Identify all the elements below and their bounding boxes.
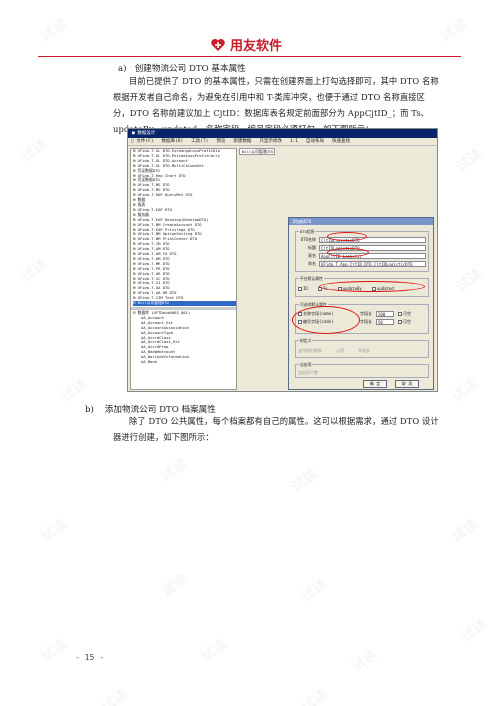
watermark-text: 试读 bbox=[298, 686, 331, 706]
watermark-text: 试读 bbox=[18, 256, 51, 286]
free-item-option[interactable]: 自由项个数 bbox=[298, 370, 318, 375]
watermark-text: 试读 bbox=[453, 146, 486, 176]
length-input[interactable]: 50 bbox=[376, 319, 394, 325]
checkbox-box[interactable]: ✓ bbox=[298, 287, 302, 292]
nullable-label: 可空 bbox=[403, 311, 411, 316]
length-label: 字段长 bbox=[360, 319, 372, 324]
dialog-title: 添加新DTO bbox=[289, 218, 433, 225]
menu-item[interactable]: 快速查找 bbox=[332, 139, 350, 144]
length-input[interactable]: 200 bbox=[376, 311, 394, 317]
page-number: - 15 - bbox=[75, 653, 104, 662]
dialog-cancel-button[interactable]: 取 消 bbox=[395, 380, 419, 388]
menu-item[interactable]: 工具(T) bbox=[191, 139, 208, 144]
platform-option-label: ID bbox=[303, 286, 308, 291]
watermark-text: 试读 bbox=[18, 136, 51, 166]
watermark-text: 试读 bbox=[453, 266, 486, 296]
yonyou-logo: 用友软件 bbox=[210, 35, 282, 54]
watermark-text: 试读 bbox=[38, 516, 71, 546]
menu-item[interactable]: 只显示修改 bbox=[259, 139, 282, 144]
logo-text: 用友软件 bbox=[230, 39, 283, 54]
tree-db-item[interactable]: AA_Bank bbox=[133, 359, 236, 365]
watermark-text: 试读 bbox=[348, 646, 381, 676]
nullable-label: 可空 bbox=[403, 319, 411, 324]
group-dto-info-label: DTO信息 bbox=[299, 229, 316, 235]
watermark-text: 试读 bbox=[298, 576, 331, 606]
add-dto-dialog: 添加新DTO DTO信息 DTO名称 CjtIDLogisticDTO 标题 CjtI… bbox=[288, 217, 434, 390]
watermark-text: 试读 bbox=[288, 466, 321, 496]
tree-item[interactable]: ⊟ Bill公司管理DTO bbox=[133, 300, 236, 306]
watermark-text: 试读 bbox=[158, 456, 191, 486]
watermark-text: 试读 bbox=[58, 376, 91, 406]
group-tree-label: 树定义 bbox=[299, 338, 313, 344]
annotation-oval-platform bbox=[319, 281, 425, 292]
header-rule bbox=[38, 56, 461, 57]
nullable-checkbox[interactable]: 可空 bbox=[398, 311, 411, 317]
logo-heart-icon bbox=[211, 38, 225, 51]
menu-item[interactable]: □ 文件(F) bbox=[131, 139, 154, 144]
watermark-text: 试读 bbox=[458, 616, 491, 646]
annotation-oval-optional bbox=[292, 306, 360, 334]
dto-designer-screenshot: ■ 数据设计 □ 文件(F) 数据库(D) 工具(T) 预览 新建数据 只显示修改 1:1 自… bbox=[127, 128, 438, 392]
menu-item[interactable]: 1:1 bbox=[290, 139, 298, 144]
section-b-paragraph: 除了 DTO 公共属性，每个档案都有自己的属性。这可以根据需求，通过 DTO 设… bbox=[113, 416, 439, 442]
window-title: ■ 数据设计 bbox=[128, 129, 437, 138]
dto-field-label: 标题 bbox=[308, 245, 316, 250]
tree-def-option[interactable]: 公用 bbox=[336, 348, 344, 354]
dto-field-label: 表名 bbox=[308, 253, 316, 258]
watermark-text: 试读 bbox=[438, 16, 471, 46]
tab-bill-dto: Bill公司管理DTO bbox=[239, 148, 275, 155]
dto-tree-panel: ⊞ UFida.T.GL DTO.ExchangeLossProfitDto ⊞ … bbox=[130, 148, 237, 390]
dto-field-input[interactable]: UFida.T.App.CjtID.DTO.CjtIDLogisticDTO bbox=[319, 261, 426, 267]
watermark-text: 试读 bbox=[158, 571, 191, 601]
checkbox-box[interactable] bbox=[398, 312, 402, 316]
dto-field-label: 命名 bbox=[308, 261, 316, 266]
menu-item[interactable]: 自动布局 bbox=[306, 139, 324, 144]
platform-checkbox[interactable]: ✓ ID bbox=[298, 286, 308, 292]
watermark-text: 试读 bbox=[98, 686, 131, 706]
menu-item[interactable]: 数据库(D) bbox=[162, 139, 184, 144]
length-label: 字段长 bbox=[360, 311, 372, 316]
dto-field-row: 命名 UFida.T.App.CjtID.DTO.CjtIDLogisticDTO bbox=[298, 260, 426, 268]
group-free-label: 自由项 bbox=[299, 362, 313, 368]
tree-def-option[interactable]: 字段长 bbox=[358, 348, 370, 354]
watermark-text: 试读 bbox=[38, 16, 71, 46]
annotation-oval-table-name bbox=[327, 248, 369, 257]
tree-def-option[interactable]: 支持树形结构 bbox=[298, 348, 322, 354]
watermark-text: 试读 bbox=[448, 516, 481, 546]
annotation-oval-dto-name bbox=[327, 232, 367, 241]
section-b-label: b) bbox=[85, 405, 94, 415]
menu-item[interactable]: 预览 bbox=[216, 139, 225, 144]
menu-item[interactable]: 新建数据 bbox=[233, 139, 251, 144]
nullable-checkbox[interactable]: 可空 bbox=[398, 319, 411, 325]
dto-field-label: DTO名称 bbox=[300, 237, 316, 242]
watermark-text: 试读 bbox=[448, 376, 481, 406]
group-free-items: 自由项 自由项个数 bbox=[295, 362, 429, 378]
menu-bar: □ 文件(F) 数据库(D) 工具(T) 预览 新建数据 只显示修改 1:1 自动布局 快速查找 bbox=[128, 138, 437, 146]
group-tree-def: 树定义 支持树形结构 公用 字段长 bbox=[295, 338, 429, 358]
checkbox-box[interactable] bbox=[398, 320, 402, 324]
watermark-text: 试读 bbox=[198, 636, 231, 666]
watermark-text: 试读 bbox=[38, 636, 71, 666]
group-platform-label: 平台默认属性 bbox=[299, 276, 324, 282]
dialog-ok-button[interactable]: 确 定 bbox=[363, 380, 387, 388]
